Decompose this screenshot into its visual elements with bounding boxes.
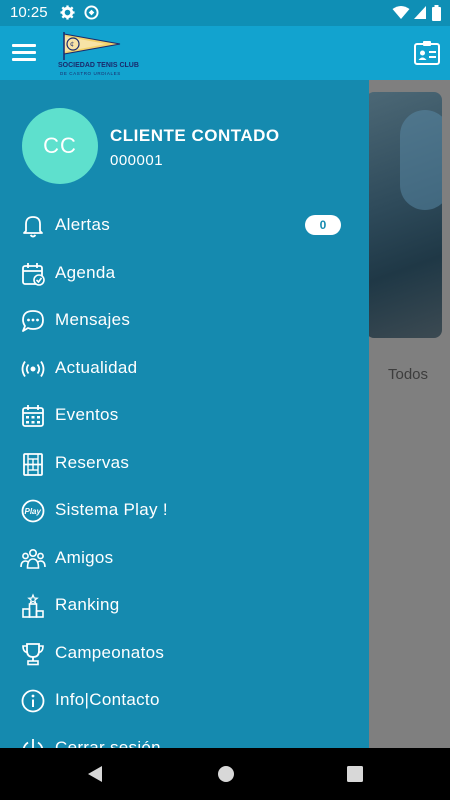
system-navigation-bar (0, 748, 450, 800)
signal-icon (414, 6, 426, 19)
user-name: CLIENTE CONTADO (110, 126, 280, 145)
menu-label: Info|Contacto (55, 690, 160, 709)
menu-item-info-contacto[interactable]: Info|Contacto (0, 677, 369, 725)
battery-icon (432, 5, 441, 21)
calendar-check-icon (22, 262, 45, 286)
menu-label: Ranking (55, 595, 120, 614)
court-icon (23, 452, 43, 476)
menu-label: Reservas (55, 452, 130, 472)
back-icon[interactable] (86, 764, 104, 784)
hamburger-icon[interactable] (12, 44, 36, 62)
menu-item-amigos[interactable]: Amigos (0, 535, 369, 583)
menu-label: Alertas (55, 215, 111, 234)
menu-label: Eventos (55, 405, 119, 424)
id-card-icon[interactable] (414, 40, 440, 66)
menu-label: Actualidad (55, 357, 138, 377)
friends-icon (20, 548, 46, 569)
menu-item-reservas[interactable]: Reservas (0, 440, 369, 488)
info-icon (21, 689, 45, 713)
menu-item-alertas[interactable]: Alertas 0 (0, 202, 369, 250)
podium-icon (22, 593, 44, 618)
filter-todos: Todos (388, 366, 429, 383)
menu-label: Campeonatos (55, 642, 165, 662)
menu-item-actualidad[interactable]: Actualidad (0, 345, 369, 393)
featured-photo (366, 92, 442, 338)
play-badge-icon: Play (21, 499, 45, 523)
menu-label: Agenda (55, 262, 116, 282)
menu-label: Amigos (55, 547, 114, 567)
logo-title: SOCIEDAD TENIS CLUB (58, 62, 139, 69)
chat-bubble-icon (22, 310, 44, 332)
svg-text:¢: ¢ (70, 40, 74, 49)
sync-circle-icon (84, 5, 99, 20)
menu-item-agenda[interactable]: Agenda (0, 250, 369, 298)
settings-gear-icon (60, 5, 75, 20)
menu-item-cerrar-sesion[interactable]: Cerrar sesión (0, 725, 369, 749)
broadcast-icon (21, 360, 45, 377)
status-bar: 10:25 (0, 0, 450, 26)
menu-item-ranking[interactable]: Ranking (0, 582, 369, 630)
menu-label: Sistema Play ! (55, 500, 168, 519)
drawer-header: CC CLIENTE CONTADO 000001 (0, 80, 369, 200)
trophy-icon (22, 642, 44, 665)
menu-label: Mensajes (55, 310, 131, 329)
menu-label: Cerrar sesión (55, 737, 161, 749)
menu-item-sistema-play[interactable]: Play Sistema Play ! (0, 487, 369, 535)
logo-subtitle: DE CASTRO URDIALES (60, 71, 121, 76)
svg-text:Play: Play (25, 507, 42, 516)
wifi-icon (392, 6, 410, 19)
drawer-menu: Alertas 0 Agenda Mensajes Actualidad Eve… (0, 202, 369, 748)
menu-item-campeonatos[interactable]: Campeonatos (0, 630, 369, 678)
navigation-drawer: CC CLIENTE CONTADO 000001 Alertas 0 Agen… (0, 80, 369, 748)
status-time: 10:25 (10, 4, 48, 21)
user-id: 000001 (110, 152, 164, 169)
alert-count-badge: 0 (305, 215, 341, 235)
bell-icon (23, 216, 43, 238)
menu-item-eventos[interactable]: Eventos (0, 392, 369, 440)
recents-icon[interactable] (346, 764, 364, 784)
power-icon (22, 738, 44, 748)
menu-item-mensajes[interactable]: Mensajes (0, 297, 369, 345)
avatar[interactable]: CC (22, 108, 98, 184)
home-icon[interactable] (217, 764, 235, 784)
calendar-grid-icon (22, 405, 44, 427)
